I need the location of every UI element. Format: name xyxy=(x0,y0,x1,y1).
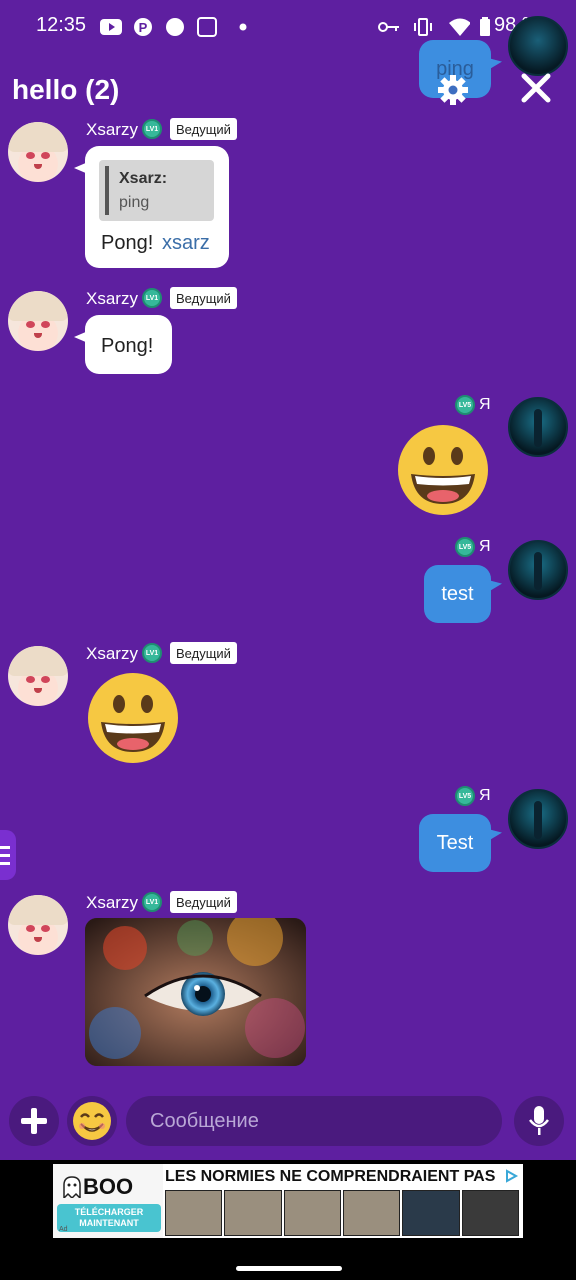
level-badge: LV5 xyxy=(455,537,475,557)
smiling-face-icon xyxy=(73,1102,111,1140)
quoted-reply[interactable]: Xsarz: ping xyxy=(99,160,214,221)
image-message[interactable] xyxy=(85,918,306,1066)
message-bubble[interactable]: Test xyxy=(419,814,491,872)
gesture-nav-handle[interactable] xyxy=(236,1266,342,1271)
battery-icon xyxy=(474,16,496,38)
key-icon xyxy=(378,16,400,38)
my-avatar[interactable] xyxy=(508,16,568,76)
bubble-tail xyxy=(488,580,502,592)
avatar[interactable] xyxy=(8,646,68,706)
ad-cta-line2: MAINTENANT xyxy=(79,1218,139,1228)
message-author[interactable]: Xsarzy xyxy=(86,893,138,913)
level-badge: LV1 xyxy=(142,288,162,308)
notification-dot-icon xyxy=(232,16,254,38)
message-text: Pong! xyxy=(101,232,154,254)
role-badge: Ведущий xyxy=(170,891,237,913)
gear-icon[interactable] xyxy=(437,74,469,106)
add-attachment-button[interactable] xyxy=(9,1096,59,1146)
level-badge: LV5 xyxy=(455,786,475,806)
bubble-tail xyxy=(488,829,502,841)
role-badge: Ведущий xyxy=(170,642,237,664)
vibrate-icon xyxy=(412,16,434,38)
message-bubble[interactable]: Pong! xyxy=(85,315,172,374)
message-author[interactable]: Xsarzy xyxy=(86,120,138,140)
message-author: Я xyxy=(479,538,491,555)
quote-author: Xsarz: xyxy=(119,170,168,187)
message-author: Я xyxy=(479,396,491,413)
avatar[interactable] xyxy=(508,789,568,849)
svg-text:P: P xyxy=(139,20,148,35)
message-bubble[interactable]: Xsarz: ping Pong! xsarz xyxy=(85,146,229,268)
level-badge: LV1 xyxy=(142,892,162,912)
level-badge: LV1 xyxy=(142,643,162,663)
youtube-icon xyxy=(100,16,122,38)
level-badge: LV1 xyxy=(142,119,162,139)
role-badge: Ведущий xyxy=(170,118,237,140)
ad-banner[interactable]: BOO TÉLÉCHARGER MAINTENANT Ad LES NORMIE… xyxy=(53,1164,523,1238)
avatar[interactable] xyxy=(508,540,568,600)
ad-headline: LES NORMIES NE COMPRENDRAIENT PAS xyxy=(165,1168,496,1185)
ad-brand: BOO xyxy=(83,1174,134,1199)
ghost-icon xyxy=(63,1176,81,1203)
voice-message-button[interactable] xyxy=(514,1096,564,1146)
message-author: Я xyxy=(479,787,491,804)
microphone-icon xyxy=(529,1106,549,1135)
wifi-icon xyxy=(448,16,470,38)
pinterest-icon: P xyxy=(132,16,154,38)
app-icon xyxy=(164,16,186,38)
emoji-picker-button[interactable] xyxy=(67,1096,117,1146)
grinning-face-icon[interactable] xyxy=(397,424,489,516)
chat-title: hello (2) xyxy=(12,74,120,105)
message-text: Pong! xyxy=(101,335,154,357)
app-icon-2 xyxy=(196,16,218,38)
message-author[interactable]: Xsarzy xyxy=(86,289,138,309)
ad-comic-strip xyxy=(165,1190,519,1236)
ad-label: Ad xyxy=(59,1226,68,1233)
bubble-tail xyxy=(488,58,502,70)
grinning-face-icon[interactable] xyxy=(87,672,179,764)
message-bubble[interactable]: test xyxy=(424,565,491,623)
ad-download-button[interactable]: TÉLÉCHARGER MAINTENANT xyxy=(57,1204,161,1232)
side-menu-tab[interactable] xyxy=(0,830,16,880)
close-icon[interactable] xyxy=(520,72,552,104)
role-badge: Ведущий xyxy=(170,287,237,309)
message-input[interactable] xyxy=(126,1096,502,1146)
quote-text: ping xyxy=(119,194,150,211)
ad-cta-line1: TÉLÉCHARGER xyxy=(74,1207,144,1217)
mention-link[interactable]: xsarz xyxy=(162,232,210,255)
avatar[interactable] xyxy=(8,895,68,955)
avatar[interactable] xyxy=(508,397,568,457)
avatar[interactable] xyxy=(8,291,68,351)
ad-choices-icon[interactable] xyxy=(503,1168,519,1189)
message-author[interactable]: Xsarzy xyxy=(86,644,138,664)
status-time: 12:35 xyxy=(36,14,87,36)
avatar[interactable] xyxy=(8,122,68,182)
level-badge: LV5 xyxy=(455,395,475,415)
